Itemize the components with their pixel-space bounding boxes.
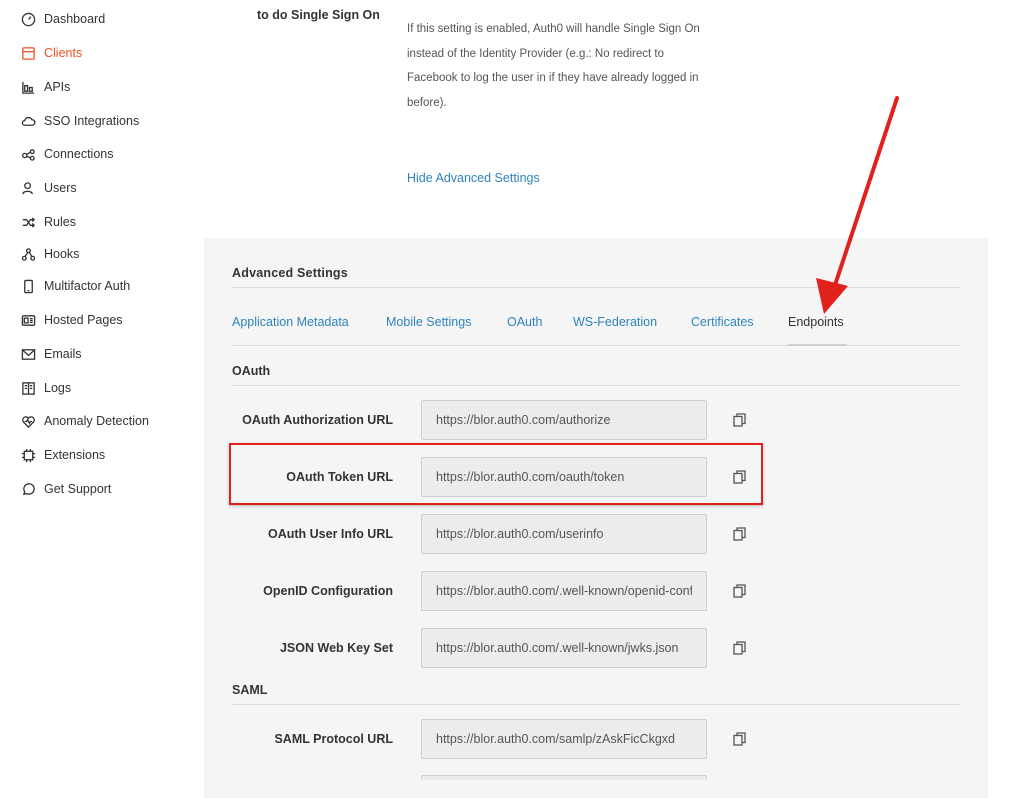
advanced-settings-title: Advanced Settings — [232, 266, 348, 280]
divider — [232, 704, 960, 705]
clients-icon — [20, 45, 36, 61]
sidebar-item-emails[interactable]: Emails — [20, 343, 82, 365]
highlight-box-oauth-token-url — [229, 443, 763, 505]
sidebar-item-label: Extensions — [44, 448, 106, 462]
active-tab-underline — [788, 344, 847, 346]
saml-protocol-url-field[interactable] — [421, 719, 707, 759]
tab-application-metadata[interactable]: Application Metadata — [232, 315, 349, 329]
sso-setting-description: If this setting is enabled, Auth0 will h… — [407, 23, 700, 109]
openid-configuration-field[interactable] — [421, 571, 707, 611]
annotation-arrow-icon — [816, 96, 899, 314]
sidebar-item-label: Users — [44, 181, 77, 195]
tab-mobile-settings[interactable]: Mobile Settings — [386, 315, 471, 329]
sidebar-item-label: Rules — [44, 215, 76, 229]
sidebar-item-anomaly-detection[interactable]: Anomaly Detection — [20, 410, 149, 432]
sidebar-item-clients[interactable]: Clients — [20, 42, 82, 64]
sidebar-item-dashboard[interactable]: Dashboard — [20, 8, 105, 30]
hosted-pages-icon — [20, 312, 36, 328]
sidebar-item-label: Dashboard — [44, 12, 106, 26]
sidebar-item-extensions[interactable]: Extensions — [20, 444, 105, 466]
sidebar-item-label: Anomaly Detection — [44, 414, 149, 428]
sidebar-item-users[interactable]: Users — [20, 177, 77, 199]
copy-icon[interactable] — [731, 526, 747, 542]
sidebar-item-label: Logs — [44, 381, 72, 395]
oauth-user-info-url-label: OAuth User Info URL — [268, 527, 393, 541]
tab-certificates[interactable]: Certificates — [691, 315, 754, 329]
sidebar-item-label: Hosted Pages — [44, 313, 123, 327]
sidebar-item-label: Clients — [44, 46, 83, 60]
connections-icon — [20, 146, 36, 162]
openid-configuration-label: OpenID Configuration — [263, 584, 393, 598]
copy-icon[interactable] — [731, 731, 747, 747]
sidebar-item-apis[interactable]: APIs — [20, 76, 70, 98]
saml-protocol-url-label: SAML Protocol URL — [274, 732, 393, 746]
divider — [232, 385, 960, 386]
sidebar-item-label: Emails — [44, 347, 82, 361]
copy-icon[interactable] — [731, 640, 747, 656]
oauth-user-info-url-field[interactable] — [421, 514, 707, 554]
sidebar-item-label: APIs — [44, 80, 71, 94]
sidebar-item-hooks[interactable]: Hooks — [20, 243, 79, 265]
json-web-key-set-field[interactable] — [421, 628, 707, 668]
apis-icon — [20, 79, 36, 95]
copy-icon[interactable] — [731, 412, 747, 428]
json-web-key-set-label: JSON Web Key Set — [279, 641, 393, 655]
sidebar-item-connections[interactable]: Connections — [20, 143, 114, 165]
users-icon — [20, 180, 36, 196]
shuffle-icon — [20, 214, 36, 230]
copy-icon[interactable] — [731, 583, 747, 599]
sidebar-item-get-support[interactable]: Get Support — [20, 478, 111, 500]
sidebar-item-logs[interactable]: Logs — [20, 377, 71, 399]
book-icon — [20, 380, 36, 396]
tab-ws-federation[interactable]: WS-Federation — [573, 315, 657, 329]
dashboard-icon — [20, 11, 36, 27]
oauth-section-title: OAuth — [232, 364, 271, 378]
sidebar-item-label: Multifactor Auth — [44, 279, 131, 293]
heart-icon — [20, 413, 36, 429]
sso-setting-label: to do Single Sign On — [257, 8, 380, 22]
sidebar-item-label: Get Support — [44, 482, 112, 496]
sidebar-item-label: SSO Integrations — [44, 114, 140, 128]
sidebar: Dashboard Clients APIs SSO Integrations … — [0, 0, 190, 780]
mail-icon — [20, 346, 36, 362]
sidebar-item-label: Hooks — [44, 247, 80, 261]
phone-icon — [20, 278, 36, 294]
partial-url-field[interactable] — [421, 775, 707, 780]
sidebar-item-rules[interactable]: Rules — [20, 211, 76, 233]
oauth-authorization-url-label: OAuth Authorization URL — [242, 413, 393, 427]
chip-icon — [20, 447, 36, 463]
chat-icon — [20, 481, 36, 497]
sidebar-item-label: Connections — [44, 147, 114, 161]
tab-oauth[interactable]: OAuth — [507, 315, 542, 329]
sidebar-item-sso-integrations[interactable]: SSO Integrations — [20, 110, 139, 132]
oauth-authorization-url-field[interactable] — [421, 400, 707, 440]
sidebar-item-hosted-pages[interactable]: Hosted Pages — [20, 309, 123, 331]
tabs-divider — [232, 345, 960, 346]
sidebar-item-multifactor-auth[interactable]: Multifactor Auth — [20, 275, 130, 297]
hooks-icon — [20, 246, 36, 262]
hide-advanced-settings-link[interactable]: Hide Advanced Settings — [407, 171, 540, 185]
cloud-icon — [20, 113, 36, 129]
saml-section-title: SAML — [232, 683, 268, 697]
